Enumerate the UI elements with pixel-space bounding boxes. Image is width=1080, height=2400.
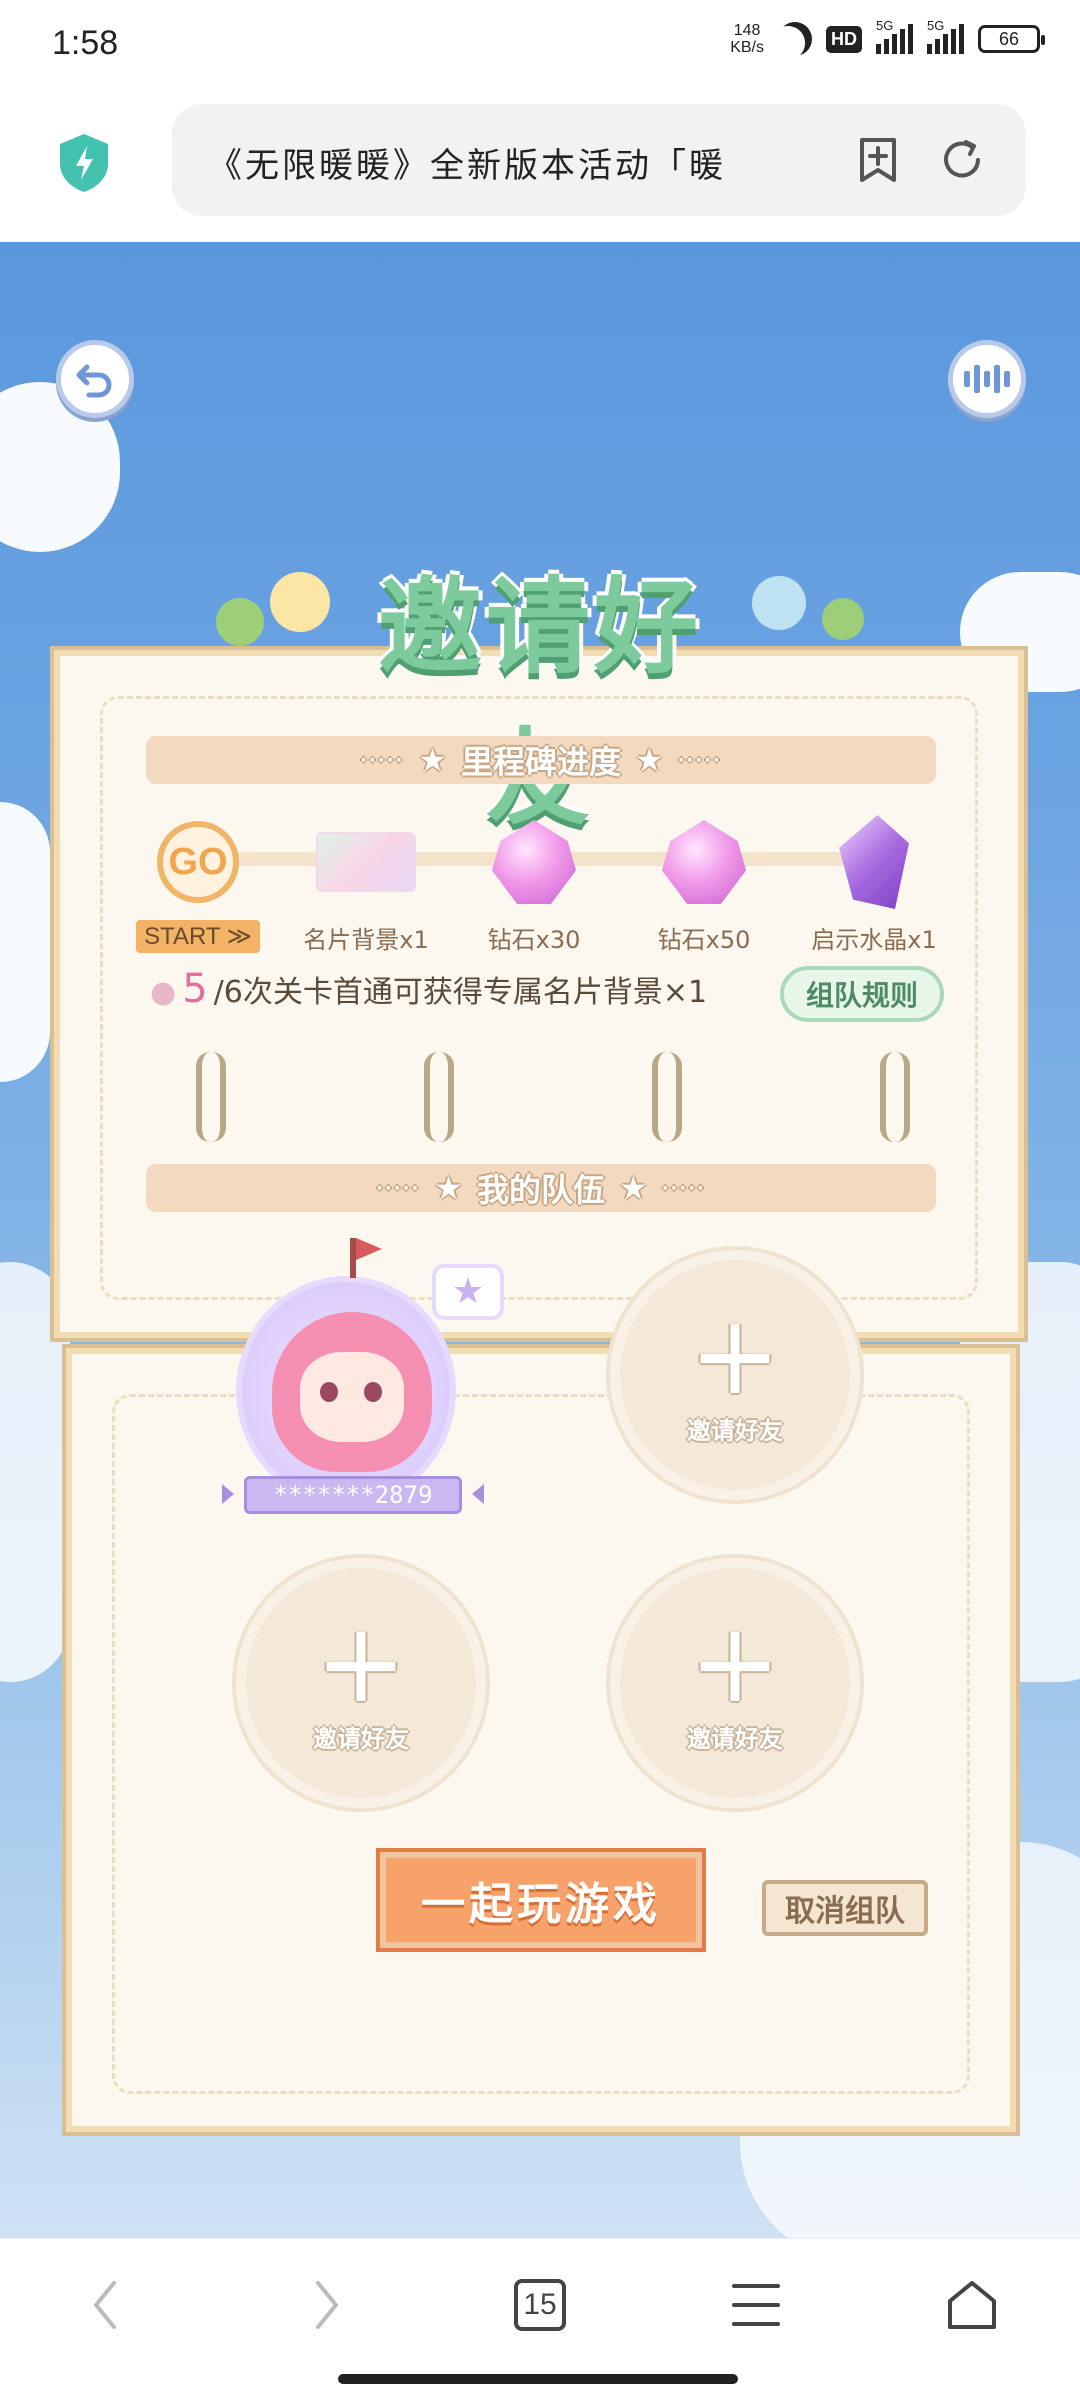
status-icons: 148 KB/s HD 5G 5G 66 (730, 18, 1045, 56)
crystal-icon (839, 815, 909, 909)
forward-nav-button[interactable] (286, 2265, 366, 2345)
battery-icon: 66 (978, 25, 1045, 53)
cloud-decoration (0, 802, 50, 1082)
bullet-dot: ● (150, 975, 177, 1010)
music-toggle-button[interactable] (948, 340, 1026, 418)
binder-ring (880, 1052, 910, 1142)
home-indicator[interactable] (338, 2374, 738, 2384)
avatar-eye (320, 1382, 338, 1402)
hd-voice-icon: HD (826, 25, 862, 53)
team-panel (66, 1348, 1016, 2132)
leader-flag-icon (350, 1238, 382, 1278)
go-icon: GO (157, 821, 239, 903)
status-time: 1:58 (52, 24, 119, 62)
card-background-icon (316, 832, 416, 892)
refresh-icon[interactable] (936, 134, 988, 186)
bookmark-plus-icon[interactable] (852, 134, 904, 186)
do-not-disturb-icon (772, 16, 818, 62)
progress-current: 5 (182, 966, 208, 1012)
status-bar: 1:58 148 KB/s HD 5G 5G 66 (0, 0, 1080, 92)
milestone-start[interactable]: GO START ≫ (128, 812, 268, 953)
star-icon: ★ (434, 1169, 463, 1207)
milestone-label: 启示水晶x1 (811, 926, 937, 954)
star-icon: ★ (635, 741, 664, 779)
security-shield-icon[interactable] (56, 132, 112, 194)
network-speed-unit: KB/s (730, 39, 764, 56)
binder-ring (652, 1052, 682, 1142)
milestone-banner-label: 里程碑进度 (460, 743, 621, 781)
sim2-label: 5G (927, 18, 945, 33)
tag-arrow-left-icon (222, 1484, 234, 1504)
play-together-button[interactable]: 一起玩游戏 (380, 1852, 702, 1948)
invite-label: 邀请好友 (687, 1724, 783, 1753)
home-icon (948, 2281, 996, 2329)
home-button[interactable] (932, 2265, 1012, 2345)
chevron-left-icon (94, 2281, 116, 2329)
binder-ring (196, 1052, 226, 1142)
flower-decoration-left (270, 572, 330, 632)
menu-button[interactable] (716, 2265, 796, 2345)
star-icon: ★ (418, 741, 447, 779)
flower-decoration-right (752, 576, 806, 630)
plus-icon: + (688, 1290, 782, 1419)
address-bar[interactable]: 《无限暖暖》全新版本活动「暖 (172, 104, 1026, 216)
team-rules-button[interactable]: 组队规则 (780, 966, 944, 1022)
invite-label: 邀请好友 (313, 1724, 409, 1753)
sim1-label: 5G (876, 18, 894, 33)
binder-ring (424, 1052, 454, 1142)
network-speed: 148 KB/s (730, 22, 764, 56)
invite-label: 邀请好友 (687, 1416, 783, 1445)
page-title[interactable]: 《无限暖暖》全新版本活动「暖 (208, 138, 768, 187)
milestone-diamond-50[interactable]: 钻石x50 (634, 812, 774, 955)
invite-slot-2[interactable]: + 邀请好友 (236, 1558, 486, 1808)
game-viewport: 邀请好友 ····· ★ 里程碑进度 ★ ····· GO START ≫ 名片… (0, 242, 1080, 2238)
banner-dots: ····· (360, 749, 405, 771)
team-banner-label: 我的队伍 (476, 1171, 605, 1209)
plus-icon: + (688, 1598, 782, 1727)
invite-slot-1[interactable]: + 邀请好友 (610, 1250, 860, 1500)
plus-icon: + (314, 1598, 408, 1727)
banner-dots: ····· (376, 1177, 421, 1199)
chevron-right-icon (316, 2281, 338, 2329)
undo-arrow-icon (76, 364, 112, 398)
tag-arrow-right-icon (472, 1484, 484, 1504)
star-badge-icon: ★ (432, 1264, 504, 1320)
progress-description: /6次关卡首通可获得专属名片背景×1 (213, 975, 708, 1010)
player-avatar[interactable] (236, 1276, 456, 1506)
star-icon: ★ (619, 1169, 648, 1207)
milestone-diamond-30[interactable]: 钻石x30 (464, 812, 604, 955)
tab-count: 15 (514, 2279, 566, 2331)
cancel-team-button[interactable]: 取消组队 (762, 1880, 928, 1936)
back-nav-button[interactable] (66, 2265, 146, 2345)
banner-dots: ····· (677, 749, 722, 771)
diamond-icon (662, 820, 746, 904)
milestone-label: 钻石x30 (487, 926, 581, 954)
banner-dots: ····· (661, 1177, 706, 1199)
diamond-icon (492, 820, 576, 904)
player-name-tag: *******2879 (244, 1476, 462, 1514)
milestone-crystal[interactable]: 启示水晶x1 (804, 812, 944, 955)
back-button[interactable] (56, 340, 134, 418)
invite-slot-3[interactable]: + 邀请好友 (610, 1558, 860, 1808)
milestone-label: 名片背景x1 (303, 926, 429, 954)
progress-row: ● 5 /6次关卡首通可获得专属名片背景×1 (150, 966, 707, 1012)
start-label: START ≫ (136, 920, 260, 953)
sound-wave-icon (964, 365, 1010, 393)
avatar-face (300, 1352, 404, 1442)
milestone-banner: ····· ★ 里程碑进度 ★ ····· (146, 736, 936, 784)
network-speed-value: 148 (733, 22, 761, 39)
milestone-label: 钻石x50 (657, 926, 751, 954)
signal-icon-sim1: 5G (876, 18, 913, 54)
tabs-button[interactable]: 15 (500, 2265, 580, 2345)
avatar-eye (364, 1382, 382, 1402)
page-title-banner: 邀请好友 (377, 566, 702, 839)
menu-icon (732, 2284, 780, 2326)
milestone-card-background[interactable]: 名片背景x1 (296, 812, 436, 955)
team-banner: ····· ★ 我的队伍 ★ ····· (146, 1164, 936, 1212)
signal-icon-sim2: 5G (927, 18, 964, 54)
browser-toolbar: 《无限暖暖》全新版本活动「暖 (0, 92, 1080, 242)
